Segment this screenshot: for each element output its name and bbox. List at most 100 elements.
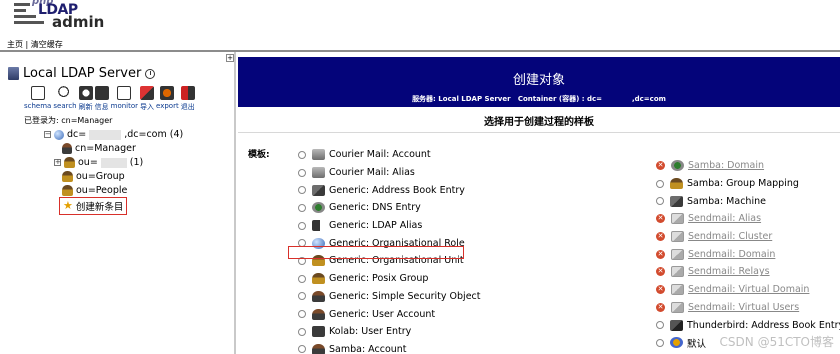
disabled-icon: ✕ — [656, 249, 665, 259]
envelope-icon — [671, 248, 684, 260]
disabled-icon: ✕ — [656, 161, 665, 171]
disabled-icon: ✕ — [656, 214, 665, 224]
tool-schema[interactable]: schema — [24, 86, 51, 112]
person-icon — [312, 308, 325, 320]
template-option[interactable]: Courier Mail: Alias — [298, 164, 481, 182]
import-icon — [140, 86, 155, 100]
monitor-icon — [117, 86, 132, 100]
expand-toggle-icon[interactable]: + — [54, 159, 61, 166]
radio-button[interactable] — [298, 292, 306, 301]
logged-in-as: 已登录为: cn=Manager — [24, 116, 113, 125]
group-icon — [670, 178, 683, 190]
envelope-icon — [671, 284, 684, 296]
server-name: Local LDAP Server — [23, 66, 142, 81]
radio-button[interactable] — [298, 345, 306, 354]
tool-monitor[interactable]: monitor — [111, 86, 138, 112]
group-icon — [62, 171, 73, 182]
radio-button[interactable] — [298, 168, 306, 177]
envelope-icon — [671, 231, 684, 243]
template-option: ✕ Sendmail: Cluster — [656, 231, 773, 243]
redacted-block — [601, 94, 632, 101]
disabled-icon: ✕ — [656, 285, 665, 295]
group-icon — [62, 185, 73, 196]
radio-button[interactable] — [298, 327, 306, 336]
template-option[interactable]: Generic: Simple Security Object — [298, 288, 481, 306]
kolab-icon — [312, 326, 325, 338]
tree-item-cn-manager[interactable]: cn=Manager — [62, 143, 136, 154]
server-title: Local LDAP Server — [8, 66, 156, 81]
template-option: ✕ Samba: Domain — [656, 160, 765, 172]
mail-icon — [312, 149, 325, 161]
collapse-panel-button[interactable]: + — [226, 54, 234, 62]
page-title: 创建对象 — [512, 73, 565, 88]
redacted-block — [89, 129, 122, 140]
main-content: 创建对象 服务器: Local LDAP Server Container (容… — [238, 52, 840, 354]
template-option[interactable]: Generic: Address Book Entry — [298, 181, 481, 199]
machine-icon — [670, 195, 683, 207]
radio-button[interactable] — [656, 338, 664, 347]
export-icon — [160, 86, 175, 100]
template-option[interactable]: Courier Mail: Account — [298, 146, 481, 164]
radio-button[interactable] — [298, 150, 306, 159]
refresh-icon — [78, 86, 93, 100]
template-option[interactable]: Samba: Group Mapping — [656, 175, 840, 193]
tree-item-ou-group[interactable]: ou=Group — [62, 171, 125, 182]
template-option[interactable]: Generic: User Account — [298, 305, 481, 323]
search-icon — [57, 86, 72, 100]
radio-button[interactable] — [298, 310, 306, 319]
nav-separator: | — [25, 40, 29, 49]
radio-button[interactable] — [298, 203, 306, 212]
container-suffix: ,dc=com — [631, 95, 666, 103]
root-prefix: dc= — [67, 129, 87, 140]
container-prefix: Container (容器) : dc= — [517, 95, 602, 103]
thunderbird-icon — [670, 319, 683, 331]
template-list-right: ✕ Samba: Domain Samba: Group Mapping Samb… — [656, 157, 840, 352]
tool-info[interactable]: 信息 — [94, 86, 109, 112]
tool-import[interactable]: 导入 — [140, 86, 155, 112]
template-option: ✕ Sendmail: Virtual Domain — [656, 284, 810, 296]
clear-cache-link[interactable]: 清空缓存 — [31, 40, 63, 49]
template-option[interactable]: Samba: Machine — [656, 192, 840, 210]
choose-template-heading: 选择用于创建过程的样板 — [484, 117, 594, 128]
star-icon: ★ — [63, 199, 73, 212]
home-link[interactable]: 主页 — [7, 40, 23, 49]
tool-search[interactable]: search — [53, 86, 77, 112]
group-icon — [64, 157, 75, 168]
radio-button[interactable] — [656, 197, 664, 206]
disabled-icon: ✕ — [656, 232, 665, 242]
tree-item-ou-redacted[interactable]: + ou= (1) — [54, 157, 143, 168]
template-option[interactable]: Generic: DNS Entry — [298, 199, 481, 217]
tree-root[interactable]: − dc= ,dc=com (4) — [44, 129, 183, 140]
server-icon — [8, 67, 19, 80]
banner-subtitle: 服务器: Local LDAP Server Container (容器) : … — [238, 94, 840, 104]
person-icon — [62, 143, 72, 154]
template-option[interactable]: Samba: Account — [298, 341, 481, 354]
template-option[interactable]: Kolab: User Entry — [298, 323, 481, 341]
radio-button[interactable] — [298, 221, 306, 230]
top-nav: 主页 | 清空缓存 — [7, 39, 63, 50]
schema-icon — [30, 86, 45, 100]
info-icon — [94, 86, 109, 100]
template-option[interactable]: Generic: LDAP Alias — [298, 217, 481, 235]
create-new-entry-link[interactable]: ★ 创建新条目 — [59, 197, 128, 215]
template-option[interactable]: Generic: Posix Group — [298, 270, 481, 288]
tool-export[interactable]: export — [156, 86, 179, 112]
template-label: 模板: — [248, 150, 270, 160]
radio-button[interactable] — [656, 321, 664, 330]
logo-admin: admin — [52, 13, 105, 31]
collapse-toggle-icon[interactable]: − — [44, 131, 51, 138]
radio-button[interactable] — [298, 274, 306, 283]
tree-panel: + Local LDAP Server schema search 刷新 信息 … — [0, 52, 236, 354]
radio-button[interactable] — [298, 186, 306, 195]
envelope-icon — [671, 266, 684, 278]
server-label: 服务器: Local LDAP Server — [412, 95, 511, 103]
server-toolbar: schema search 刷新 信息 monitor 导入 export 退出 — [24, 86, 195, 112]
template-option[interactable]: Thunderbird: Address Book Entry — [656, 316, 840, 334]
tool-refresh[interactable]: 刷新 — [78, 86, 93, 112]
clock-icon[interactable] — [145, 68, 156, 79]
radio-button[interactable] — [656, 179, 664, 188]
tree-item-ou-people[interactable]: ou=People — [62, 185, 127, 196]
disabled-icon: ✕ — [656, 302, 665, 312]
envelope-icon — [671, 213, 684, 225]
tool-logout[interactable]: 退出 — [180, 86, 195, 112]
